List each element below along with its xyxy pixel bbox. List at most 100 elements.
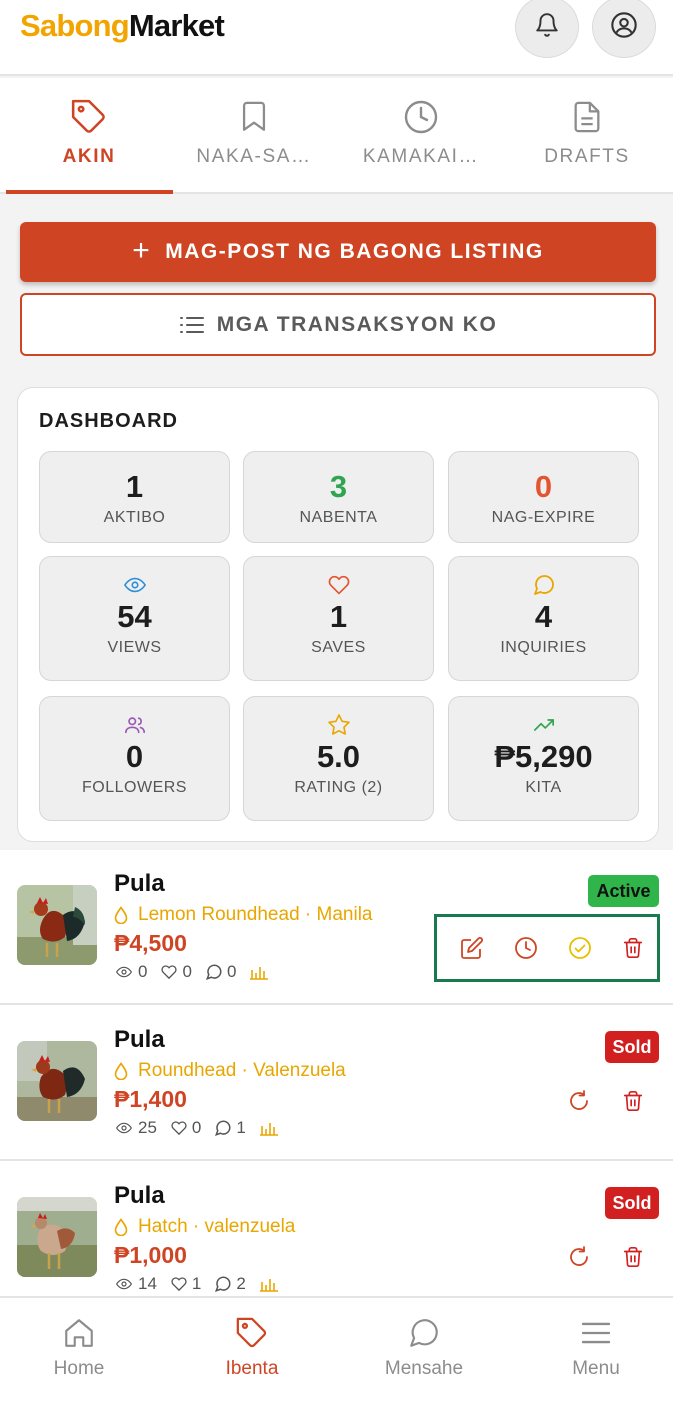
listing-breed-location: Hatch · valenzuela — [114, 1216, 295, 1238]
app-logo[interactable]: SabongMarket — [20, 8, 225, 44]
stat-label: RATING (2) — [294, 779, 383, 796]
nav-mensahe[interactable]: Mensahe — [340, 1298, 508, 1408]
listing-photo[interactable] — [17, 885, 97, 965]
users-icon — [121, 713, 149, 737]
listing-item[interactable]: Pula Hatch · valenzuela ₱1,000 14 1 2 So… — [0, 1162, 673, 1296]
listing-inquiries: 1 — [214, 1118, 246, 1138]
delete-button[interactable] — [618, 1086, 648, 1116]
user-circle-icon — [610, 11, 638, 44]
listing-saves: 1 — [170, 1274, 201, 1294]
profile-button[interactable] — [592, 0, 656, 58]
logo-part-market: Market — [128, 8, 225, 43]
stat-kita[interactable]: ₱5,290 KITA — [448, 696, 639, 821]
extend-button[interactable] — [511, 933, 541, 963]
listing-item[interactable]: Pula Lemon Roundhead · Manila ₱4,500 0 0… — [0, 850, 673, 1005]
refresh-icon — [570, 1246, 588, 1266]
listing-stats: 0 0 0 — [114, 962, 286, 982]
analytics-button[interactable] — [259, 1276, 283, 1292]
stat-label: SAVES — [311, 639, 366, 656]
tab-naka-save[interactable]: NAKA-SA… — [170, 78, 338, 194]
delete-button[interactable] — [618, 1242, 648, 1272]
stat-rating[interactable]: 5.0 RATING (2) — [243, 696, 434, 821]
saves-count: 0 — [182, 962, 192, 981]
notifications-button[interactable] — [515, 0, 579, 58]
bar-chart-icon — [250, 967, 269, 980]
listing-saves: 0 — [170, 1118, 201, 1138]
views-count: 0 — [138, 962, 148, 981]
listing-subtitle: Lemon Roundhead · Manila — [138, 904, 373, 925]
eye-icon — [115, 1278, 133, 1290]
chat-icon — [215, 1276, 231, 1293]
tab-label: NAKA-SA… — [196, 146, 312, 167]
stat-saves[interactable]: 1 SAVES — [243, 556, 434, 681]
dashboard-card: DASHBOARD 1 AKTIBO 3 NABENTA 0 NAG-EXPIR… — [17, 387, 659, 842]
listing-item[interactable]: Pula Roundhead · Valenzuela ₱1,400 25 0 … — [0, 1006, 673, 1161]
listing-breed-location: Roundhead · Valenzuela — [114, 1060, 346, 1082]
stat-value: 54 — [117, 599, 152, 634]
stat-followers[interactable]: 0 FOLLOWERS — [39, 696, 230, 821]
stat-nabenta[interactable]: 3 NABENTA — [243, 451, 434, 543]
listing-subtitle: Hatch · valenzuela — [138, 1216, 296, 1237]
tab-label: DRAFTS — [544, 146, 630, 167]
listing-photo[interactable] — [17, 1041, 97, 1121]
stat-value: 1 — [329, 599, 348, 634]
stat-inquiries[interactable]: 4 INQUIRIES — [448, 556, 639, 681]
nav-label: Menu — [572, 1358, 620, 1379]
listing-views: 14 — [114, 1274, 157, 1294]
eye-icon — [121, 573, 149, 597]
stat-value: 5.0 — [316, 739, 361, 774]
stat-label: INQUIRIES — [500, 639, 587, 656]
trending-up-icon — [531, 713, 557, 737]
active-tab-indicator — [6, 190, 173, 194]
logo-part-sabong: Sabong — [20, 8, 130, 43]
menu-icon — [580, 1314, 612, 1352]
stat-views[interactable]: 54 VIEWS — [39, 556, 230, 681]
listing-views: 0 — [114, 962, 147, 982]
drop-icon — [114, 906, 128, 924]
relist-button[interactable] — [564, 1086, 594, 1116]
drop-icon — [114, 1218, 128, 1236]
stat-nag-expire[interactable]: 0 NAG-EXPIRE — [448, 451, 639, 543]
delete-button[interactable] — [618, 933, 648, 963]
heart-icon — [171, 1277, 187, 1292]
listing-actions — [434, 914, 660, 982]
listing-price: ₱1,000 — [114, 1242, 187, 1268]
post-listing-label: MAG-POST NG BAGONG LISTING — [165, 240, 544, 263]
eye-icon — [115, 1122, 133, 1134]
trash-icon — [623, 1247, 643, 1267]
nav-label: Home — [53, 1358, 105, 1379]
relist-button[interactable] — [564, 1242, 594, 1272]
views-count: 25 — [138, 1118, 157, 1137]
eye-icon — [115, 966, 133, 978]
transactions-button[interactable]: MGA TRANSAKSYON KO — [20, 293, 656, 356]
stat-label: FOLLOWERS — [82, 779, 187, 796]
analytics-button[interactable] — [249, 964, 273, 980]
nav-ibenta[interactable]: Ibenta — [168, 1298, 336, 1408]
listing-photo[interactable] — [17, 1197, 97, 1277]
views-count: 14 — [138, 1274, 157, 1293]
tab-akin[interactable]: AKIN — [5, 78, 173, 194]
post-listing-button[interactable]: + MAG-POST NG BAGONG LISTING — [20, 222, 656, 282]
stat-value: ₱5,290 — [494, 739, 593, 774]
stat-aktibo[interactable]: 1 AKTIBO — [39, 451, 230, 543]
document-icon — [570, 96, 604, 138]
nav-home[interactable]: Home — [0, 1298, 163, 1408]
listing-tabs: AKIN NAKA-SA… KAMAKAI… DRAFTS — [0, 78, 673, 194]
bar-chart-icon — [259, 1123, 278, 1136]
tab-kamakailan[interactable]: KAMAKAI… — [337, 78, 505, 194]
stat-label: NAG-EXPIRE — [491, 509, 596, 526]
plus-icon: + — [132, 233, 152, 267]
trash-icon — [623, 938, 643, 958]
listing-stats: 25 0 1 — [114, 1118, 296, 1138]
listing-price: ₱4,500 — [114, 930, 187, 956]
trash-icon — [623, 1091, 643, 1111]
transactions-label: MGA TRANSAKSYON KO — [216, 312, 498, 336]
chat-icon — [215, 1120, 231, 1137]
listing-stats: 14 1 2 — [114, 1274, 296, 1294]
tab-drafts[interactable]: DRAFTS — [503, 78, 671, 194]
nav-menu[interactable]: Menu — [512, 1298, 673, 1408]
edit-button[interactable] — [457, 933, 487, 963]
listing-breed-location: Lemon Roundhead · Manila — [114, 904, 373, 926]
analytics-button[interactable] — [259, 1120, 283, 1136]
mark-sold-button[interactable] — [565, 933, 595, 963]
